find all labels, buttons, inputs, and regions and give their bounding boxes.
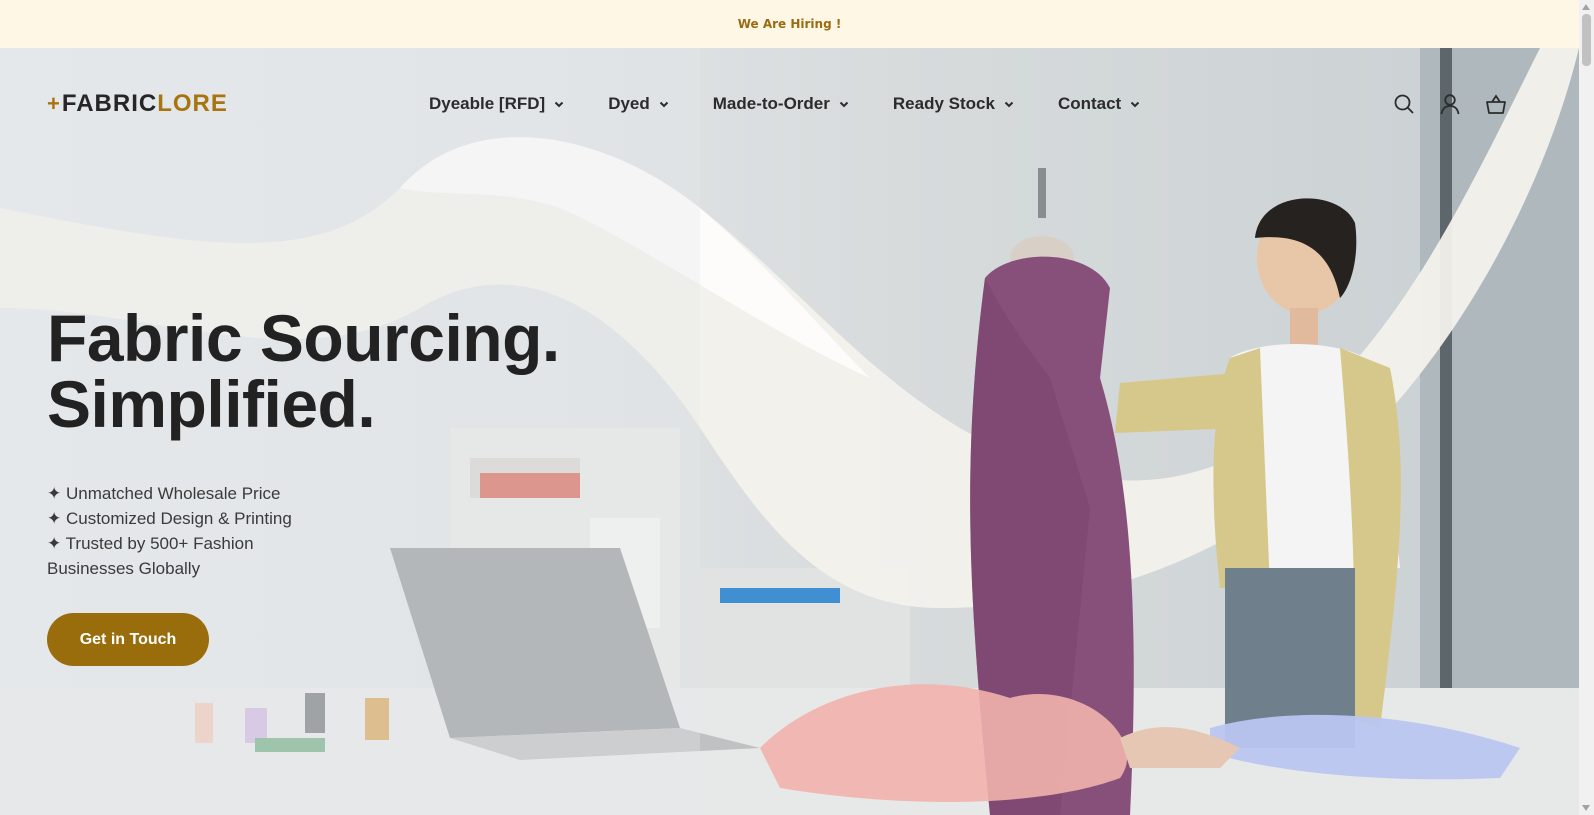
headline-line-1: Fabric Sourcing. <box>47 301 560 375</box>
scrollbar-thumb[interactable] <box>1582 14 1591 66</box>
chevron-down-icon <box>839 101 849 108</box>
search-icon[interactable] <box>1393 93 1415 115</box>
get-in-touch-button[interactable]: Get in Touch <box>47 613 209 666</box>
nav-item-dyed[interactable]: Dyed <box>608 94 669 114</box>
feature-item: ✦ Unmatched Wholesale Price <box>47 484 281 503</box>
announcement-bar: We Are Hiring ! <box>0 0 1579 48</box>
announcement-link[interactable]: We Are Hiring ! <box>738 17 842 31</box>
nav-item-dyeable[interactable]: Dyeable [RFD] <box>429 94 564 114</box>
chevron-down-icon <box>659 101 668 108</box>
main-nav: Dyeable [RFD] Dyed Made-to-Order Ready S… <box>429 48 1184 160</box>
fabriclore-logo[interactable]: + FABRIC LORE <box>47 90 228 118</box>
chevron-down-icon <box>554 101 564 108</box>
chevron-down-icon <box>1004 101 1014 108</box>
nav-item-label: Dyeable [RFD] <box>429 94 546 113</box>
feature-list: ✦ Unmatched Wholesale Price ✦ Customized… <box>47 481 307 581</box>
nav-item-contact[interactable]: Contact <box>1058 94 1140 114</box>
nav-item-label: Dyed <box>608 94 650 113</box>
cart-icon[interactable] <box>1485 93 1507 115</box>
nav-item-ready-stock[interactable]: Ready Stock <box>893 94 1014 114</box>
scroll-up-arrow-icon[interactable] <box>1582 4 1590 10</box>
nav-item-made-to-order[interactable]: Made-to-Order <box>713 94 849 114</box>
logo-suffix: LORE <box>157 90 228 117</box>
chevron-down-icon <box>1131 101 1140 108</box>
headline-line-2: Simplified. <box>47 367 376 441</box>
feature-item: ✦ Trusted by 500+ Fashion Businesses Glo… <box>47 534 254 578</box>
nav-item-label: Ready Stock <box>892 94 995 113</box>
logo-prefix: FABRIC <box>61 90 158 117</box>
nav-item-label: Contact <box>1057 94 1122 113</box>
logo-plus-icon: + <box>47 91 61 116</box>
account-icon[interactable] <box>1439 93 1461 115</box>
page-scrollbar[interactable] <box>1579 0 1594 815</box>
nav-item-label: Made-to-Order <box>712 94 830 113</box>
feature-item: ✦ Customized Design & Printing <box>47 509 292 528</box>
scroll-down-arrow-icon[interactable] <box>1582 805 1590 811</box>
hero-headline: Fabric Sourcing. Simplified. <box>47 305 560 437</box>
header-icons <box>1393 48 1507 160</box>
hero-copy: Fabric Sourcing. Simplified. ✦ Unmatched… <box>47 305 560 666</box>
site-header: + FABRIC LORE Dyeable [RFD] Dyed Made-to-… <box>0 48 1579 160</box>
